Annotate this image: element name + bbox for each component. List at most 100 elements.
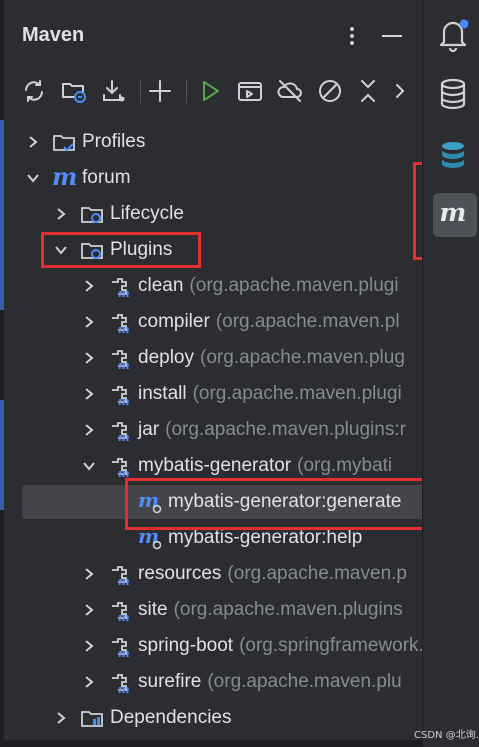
chevron-right-icon[interactable] bbox=[82, 675, 96, 689]
chevron-right-icon[interactable] bbox=[82, 387, 96, 401]
plugin-label: clean (org.apache.maven.plugi bbox=[138, 268, 399, 304]
profiles-folder-icon bbox=[53, 135, 75, 152]
chevron-right-icon[interactable] bbox=[54, 207, 68, 221]
chevron-down-icon[interactable] bbox=[54, 243, 68, 257]
minimize-icon[interactable] bbox=[378, 22, 406, 50]
plugin-name: clean bbox=[138, 275, 184, 296]
tree-node-lifecycle[interactable]: Lifecycle bbox=[4, 196, 422, 232]
tree-node-project[interactable]: m forum bbox=[4, 160, 422, 196]
plugin-group: (org.apache.maven.plu bbox=[207, 671, 402, 692]
tree-node-label: Profiles bbox=[82, 131, 146, 152]
plugin-label: install (org.apache.maven.plugi bbox=[138, 376, 402, 412]
plugin-icon: m bbox=[112, 566, 130, 586]
tree-node-plugins[interactable]: Plugins bbox=[4, 232, 422, 268]
plugin-name: surefire bbox=[138, 671, 202, 692]
plugin-label: mybatis-generator (org.mybati bbox=[138, 448, 392, 484]
tree-node-profiles[interactable]: Profiles bbox=[4, 124, 422, 160]
chevron-down-icon[interactable] bbox=[26, 171, 40, 185]
right-tool-strip: m bbox=[422, 0, 479, 747]
tree-node-label: Plugins bbox=[110, 239, 173, 260]
plugin-group: (org.apache.maven.p bbox=[227, 563, 407, 584]
goal-label: mybatis-generator:help bbox=[168, 527, 363, 548]
plugin-group: (org.apache.maven.plugi bbox=[189, 275, 399, 296]
plugin-label: deploy (org.apache.maven.plug bbox=[138, 340, 405, 376]
svg-text:m: m bbox=[118, 647, 130, 658]
plugin-group: (org.apache.maven.plugi bbox=[192, 383, 402, 404]
chevron-right-icon[interactable] bbox=[82, 279, 96, 293]
plugin-label: spring-boot(org.springframework.bo bbox=[138, 628, 422, 664]
chevron-right-icon[interactable] bbox=[54, 711, 68, 725]
plugin-label: compiler (org.apache.maven.pl bbox=[138, 304, 400, 340]
chevron-right-icon[interactable] bbox=[82, 603, 96, 617]
plugin-node[interactable]: m jar (org.apache.maven.plugins:r bbox=[4, 412, 422, 448]
plugin-node[interactable]: m install (org.apache.maven.plugi bbox=[4, 376, 422, 412]
database-icon[interactable] bbox=[433, 74, 473, 114]
plugin-icon: m bbox=[112, 602, 130, 622]
tree-node-label: Lifecycle bbox=[110, 203, 184, 224]
chevron-right-icon[interactable] bbox=[82, 639, 96, 653]
toggle-offline-icon[interactable] bbox=[276, 77, 304, 105]
execute-goal-icon[interactable] bbox=[236, 77, 264, 105]
plugin-node[interactable]: m spring-boot(org.springframework.bo bbox=[4, 628, 422, 664]
chevron-down-icon[interactable] bbox=[82, 459, 96, 473]
svg-text:m: m bbox=[439, 198, 466, 228]
plugin-node[interactable]: m compiler (org.apache.maven.pl bbox=[4, 304, 422, 340]
vertical-dots-icon[interactable] bbox=[342, 22, 362, 50]
chevron-right-icon[interactable] bbox=[82, 423, 96, 437]
plugin-label: surefire (org.apache.maven.plu bbox=[138, 664, 402, 700]
svg-text:m: m bbox=[118, 467, 130, 478]
tree-node-label: forum bbox=[82, 167, 131, 188]
toolbar-separator bbox=[186, 79, 187, 103]
plugin-name: mybatis-generator bbox=[138, 455, 292, 476]
collapse-all-icon[interactable] bbox=[354, 77, 382, 105]
plugin-group: (org.apache.maven.plugins bbox=[173, 599, 403, 620]
plugin-node[interactable]: m clean (org.apache.maven.plugi bbox=[4, 268, 422, 304]
dependencies-folder-icon bbox=[81, 711, 103, 727]
status-strip bbox=[4, 740, 422, 747]
chevron-right-icon[interactable] bbox=[26, 135, 40, 149]
svg-text:m: m bbox=[118, 395, 130, 406]
maven-icon[interactable]: m bbox=[433, 193, 477, 237]
goal-label: mybatis-generator:generate bbox=[168, 491, 402, 512]
tree-node-label: Dependencies bbox=[110, 707, 232, 728]
plugin-node[interactable]: m mybatis-generator (org.mybati bbox=[4, 448, 422, 484]
svg-text:m: m bbox=[118, 431, 130, 442]
chevron-right-icon[interactable] bbox=[82, 315, 96, 329]
maven-goal-icon: m bbox=[138, 526, 162, 550]
plugin-icon: m bbox=[112, 638, 130, 658]
plugin-group: (org.apache.maven.plugins:r bbox=[165, 419, 406, 440]
plugin-label: site (org.apache.maven.plugins bbox=[138, 592, 403, 628]
notifications-icon[interactable] bbox=[433, 14, 473, 54]
plugin-icon: m bbox=[112, 278, 130, 298]
plugin-name: site bbox=[138, 599, 168, 620]
svg-text:m: m bbox=[118, 611, 130, 622]
svg-text:m: m bbox=[138, 526, 159, 548]
svg-text:m: m bbox=[138, 490, 159, 512]
plugin-name: compiler bbox=[138, 311, 210, 332]
plugin-label: jar (org.apache.maven.plugins:r bbox=[138, 412, 406, 448]
plugin-icon: m bbox=[112, 314, 130, 334]
goal-node[interactable]: m mybatis-generator:help bbox=[4, 520, 422, 556]
chevron-right-icon[interactable] bbox=[82, 351, 96, 365]
folder-sync-icon[interactable] bbox=[60, 77, 88, 105]
svg-text:m: m bbox=[118, 683, 130, 694]
svg-text:m: m bbox=[118, 359, 130, 370]
database-teal-icon[interactable] bbox=[433, 134, 473, 174]
plugin-node[interactable]: m surefire (org.apache.maven.plu bbox=[4, 664, 422, 700]
chevron-right-icon[interactable] bbox=[386, 77, 414, 105]
download-icon[interactable] bbox=[100, 77, 128, 105]
chevron-right-icon[interactable] bbox=[82, 567, 96, 581]
plugin-node[interactable]: m resources (org.apache.maven.p bbox=[4, 556, 422, 592]
plugin-group: (org.mybati bbox=[297, 455, 393, 476]
plugin-icon: m bbox=[112, 386, 130, 406]
run-icon[interactable] bbox=[196, 77, 224, 105]
plus-icon[interactable] bbox=[146, 77, 174, 105]
plugin-icon: m bbox=[112, 674, 130, 694]
tree-node-dependencies[interactable]: Dependencies bbox=[4, 700, 422, 736]
skip-tests-icon[interactable] bbox=[316, 77, 344, 105]
plugin-node[interactable]: m site (org.apache.maven.plugins bbox=[4, 592, 422, 628]
plugin-node[interactable]: m deploy (org.apache.maven.plug bbox=[4, 340, 422, 376]
reload-icon[interactable] bbox=[20, 77, 48, 105]
plugin-group: (org.springframework.bo bbox=[239, 635, 422, 656]
goal-node-selected[interactable]: m mybatis-generator:generate bbox=[4, 484, 422, 520]
